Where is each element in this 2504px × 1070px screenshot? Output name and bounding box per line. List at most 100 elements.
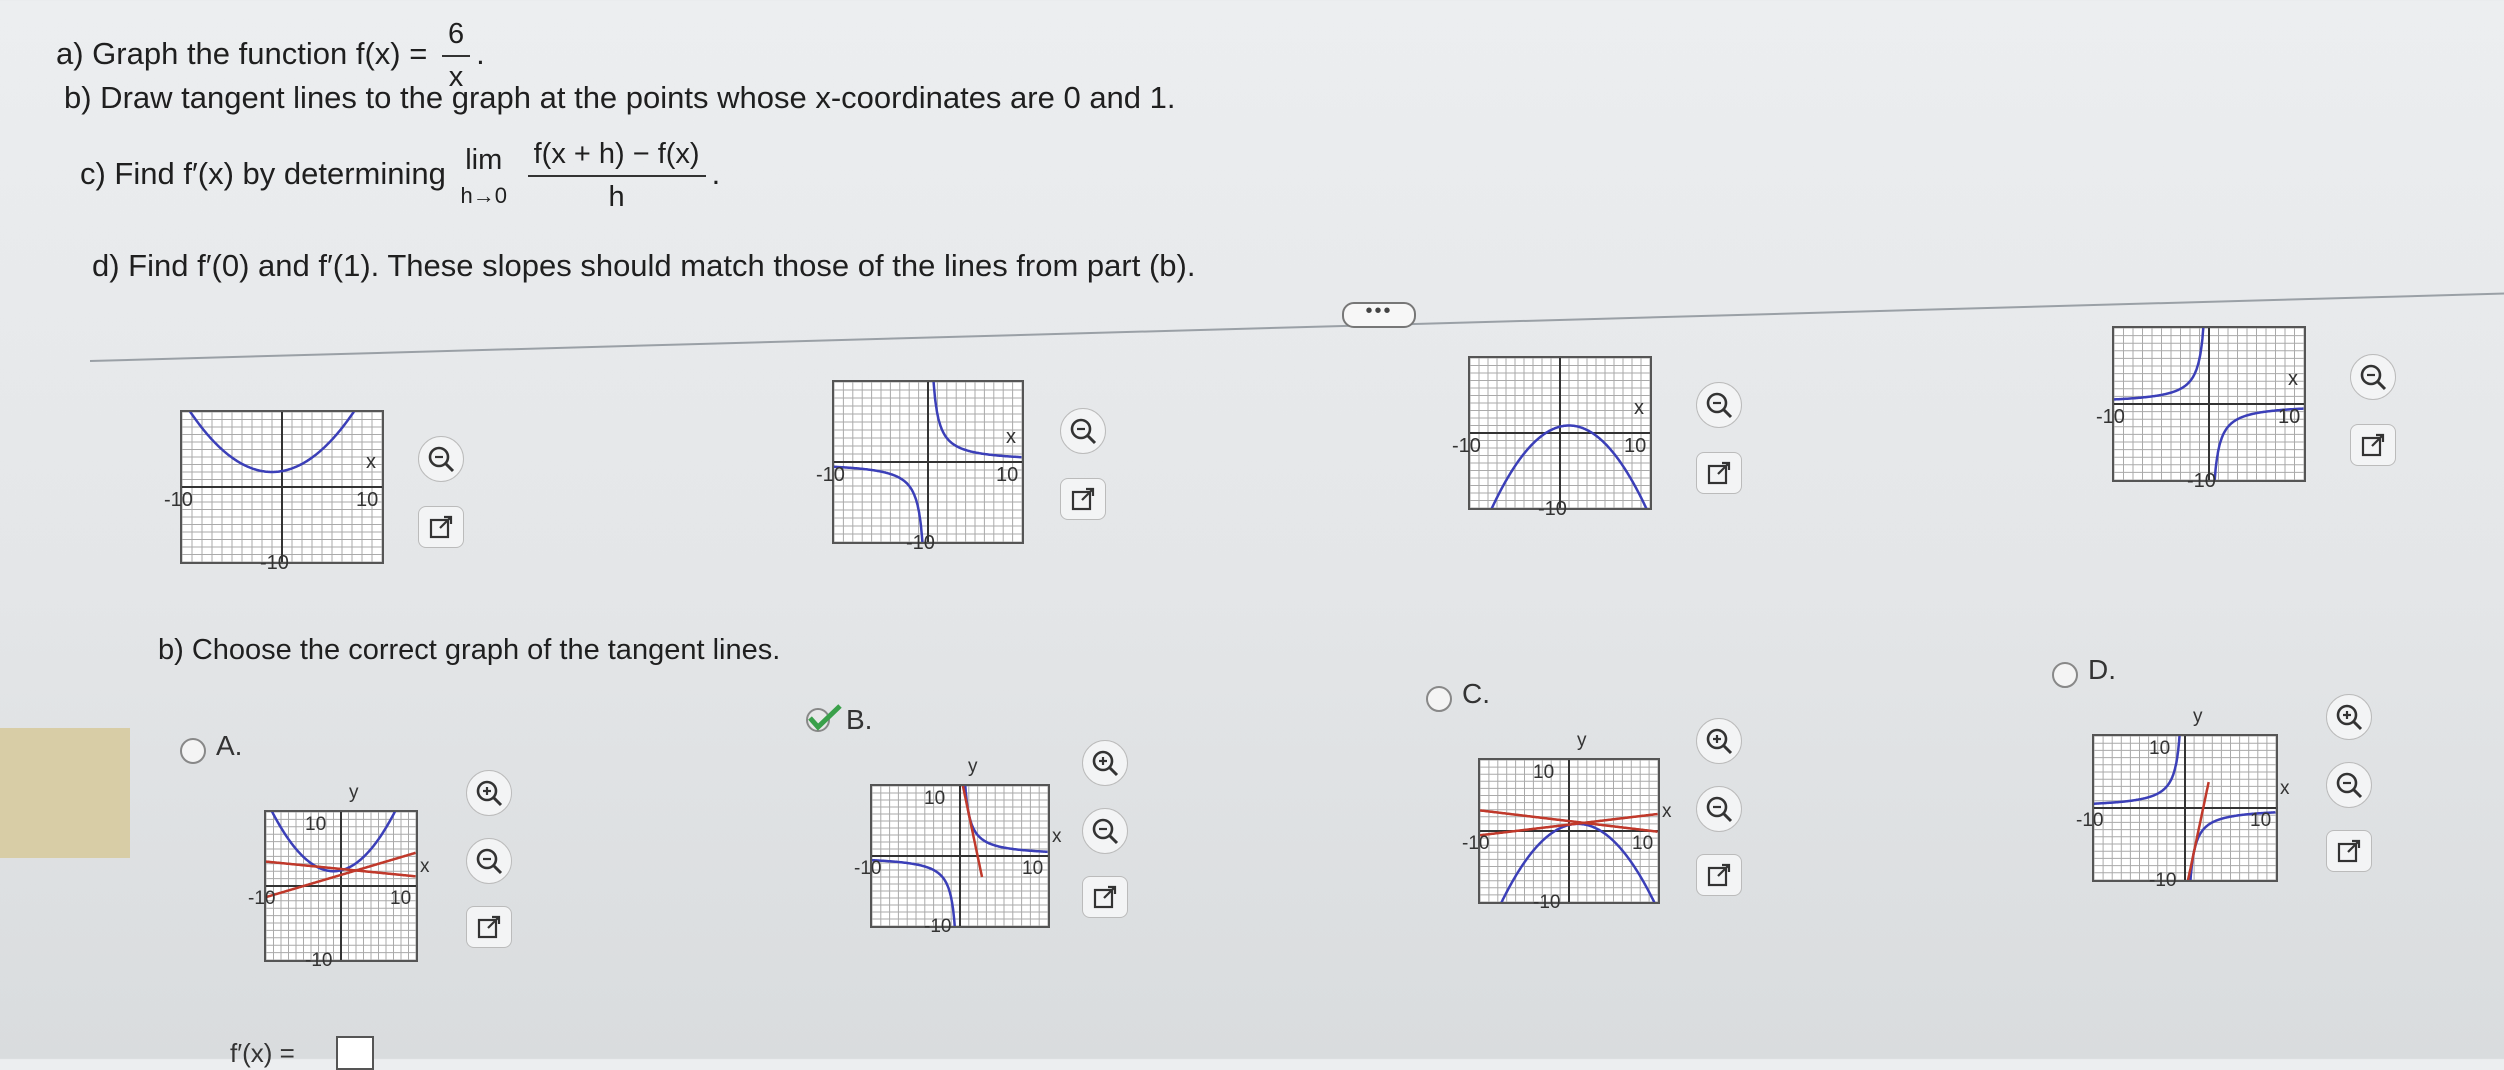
part-b-prompt: b) Choose the correct graph of the tange… <box>158 634 781 666</box>
option-label[interactable]: C. <box>1462 678 1490 710</box>
tick-x-neg: -10 <box>164 489 193 511</box>
option-radio-d[interactable] <box>2052 662 2078 688</box>
zoom-in-icon <box>2336 704 2363 731</box>
tick-x-pos: 10 <box>356 489 379 511</box>
tick-x-neg: -10 <box>1452 435 1481 457</box>
tick-y-neg: -10 <box>2187 470 2216 492</box>
popout-button[interactable] <box>418 506 464 548</box>
zoom-in-icon <box>1092 750 1119 777</box>
tick-x-neg: -10 <box>816 464 845 486</box>
popout-icon <box>2361 433 2385 457</box>
popout-button[interactable] <box>2326 830 2372 872</box>
tick-x-pos: 10 <box>1624 435 1647 457</box>
tick-y-neg: -10 <box>1538 498 1567 520</box>
selected-check-icon[interactable] <box>804 702 844 736</box>
question-c-suffix: . <box>711 156 721 192</box>
part-a-graph-4[interactable] <box>2112 321 2306 487</box>
answer-prefix: f′(x) = <box>230 1038 295 1068</box>
tick-x-pos: 10 <box>2250 810 2272 831</box>
part-a-graph-3[interactable] <box>1468 356 1652 516</box>
graph-grid <box>2113 321 2305 487</box>
tick-x-pos: 10 <box>1632 833 1654 854</box>
popout-icon <box>1071 487 1095 511</box>
tick-y-neg: -10 <box>1533 892 1561 913</box>
popout-button[interactable] <box>2350 424 2396 466</box>
axis-x-label: x <box>1052 826 1062 847</box>
question-b: b) Draw tangent lines to the graph at th… <box>64 80 1176 115</box>
graph-grid <box>871 779 1049 933</box>
option-graph-1[interactable] <box>264 804 418 962</box>
axis-x-label: x <box>1634 397 1644 419</box>
answer-input[interactable] <box>336 1036 374 1070</box>
tick-y-neg: -10 <box>260 552 289 574</box>
popout-button[interactable] <box>1060 478 1106 520</box>
axis-y-label: y <box>349 782 359 803</box>
zoom-in-icon <box>476 780 503 807</box>
zoom-out-button[interactable] <box>1060 408 1106 454</box>
question-d: d) Find f′(0) and f′(1). These slopes sh… <box>92 248 1196 283</box>
graph-grid <box>1479 759 1659 909</box>
popout-button[interactable] <box>1082 876 1128 918</box>
option-graph-3[interactable] <box>1478 758 1660 909</box>
option-radio-c[interactable] <box>1426 686 1452 712</box>
zoom-out-button[interactable] <box>2326 762 2372 808</box>
zoom-out-icon <box>1706 392 1733 419</box>
zoom-out-icon <box>1092 818 1119 845</box>
tick-x-neg: -10 <box>2096 406 2125 428</box>
zoom-out-button[interactable] <box>466 838 512 884</box>
option-radio-a[interactable] <box>180 738 206 764</box>
axis-y-label: y <box>2193 706 2203 727</box>
axis-y-label: y <box>1577 730 1587 751</box>
axis-x-label: x <box>1006 426 1016 448</box>
popout-button[interactable] <box>1696 452 1742 494</box>
axis-x-label: x <box>2288 368 2298 390</box>
tick-x-pos: 10 <box>2278 406 2301 428</box>
tick-x-pos: 10 <box>1022 858 1044 879</box>
question-c-text: c) Find f′(x) by determining <box>80 156 446 192</box>
tick-x-neg: -10 <box>248 888 276 909</box>
graph-grid <box>265 804 417 961</box>
tick-y-neg: -10 <box>2149 870 2177 891</box>
option-label[interactable]: A. <box>216 730 242 762</box>
question-a-suffix: . <box>476 36 485 72</box>
tick-x-pos: 10 <box>390 888 412 909</box>
tick-y-pos: 10 <box>2149 738 2171 759</box>
graph-grid <box>833 374 1023 550</box>
zoom-in-button[interactable] <box>466 770 512 816</box>
left-highlight-band <box>0 728 130 858</box>
zoom-out-button[interactable] <box>1696 786 1742 832</box>
tick-y-pos: 10 <box>1533 762 1555 783</box>
popout-icon <box>1707 863 1731 887</box>
limit: lim h→0 <box>461 144 507 209</box>
part-a-graph-2[interactable] <box>832 374 1024 550</box>
axis-x-label: x <box>420 856 430 877</box>
tick-y-neg: -10 <box>906 532 935 554</box>
zoom-out-button[interactable] <box>1696 382 1742 428</box>
popout-icon <box>429 515 453 539</box>
axis-x-label: x <box>1662 801 1672 822</box>
zoom-in-button[interactable] <box>1082 740 1128 786</box>
tick-x-pos: 10 <box>996 464 1019 486</box>
option-label[interactable]: D. <box>2088 654 2116 686</box>
limit-word: lim <box>465 143 503 176</box>
question-a-text: a) Graph the function f(x) = <box>56 36 428 72</box>
zoom-out-icon <box>1070 418 1097 445</box>
zoom-in-button[interactable] <box>1696 718 1742 764</box>
fraction-num: 6 <box>441 18 471 57</box>
zoom-out-button[interactable] <box>1082 808 1128 854</box>
zoom-out-button[interactable] <box>418 436 464 482</box>
part-a-graph-1[interactable] <box>180 403 384 564</box>
popout-button[interactable] <box>466 906 512 948</box>
option-graph-4[interactable] <box>2092 729 2278 887</box>
zoom-out-icon <box>2336 772 2363 799</box>
tick-y-pos: 10 <box>305 814 327 835</box>
zoom-in-button[interactable] <box>2326 694 2372 740</box>
popout-icon <box>1707 461 1731 485</box>
more-button[interactable]: ••• <box>1342 301 1416 328</box>
question-c: c) Find f′(x) by determining lim h→0 f(x… <box>80 138 720 214</box>
zoom-out-button[interactable] <box>2350 354 2396 400</box>
popout-icon <box>2337 839 2361 863</box>
option-label[interactable]: B. <box>846 704 872 736</box>
popout-button[interactable] <box>1696 854 1742 896</box>
option-graph-2[interactable] <box>870 779 1050 933</box>
